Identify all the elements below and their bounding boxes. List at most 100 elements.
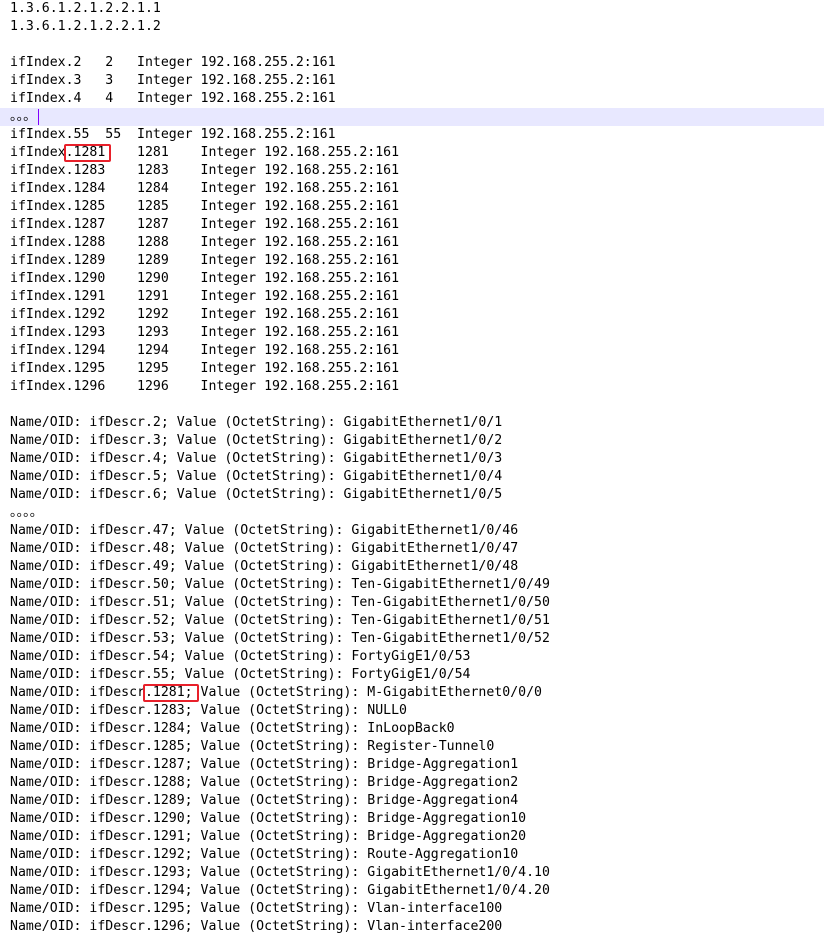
text-line[interactable]: Name/OID: ifDescr.1295; Value (OctetStri…: [0, 900, 824, 918]
text-line[interactable]: ifIndex.1291 1291 Integer 192.168.255.2:…: [0, 288, 824, 306]
text-editor-area[interactable]: 1.3.6.1.2.1.2.2.1.1 1.3.6.1.2.1.2.2.1.2 if…: [0, 0, 824, 950]
text-line[interactable]: Name/OID: ifDescr.52; Value (OctetString…: [0, 612, 824, 630]
line-text: Name/OID: ifDescr.5; Value (OctetString)…: [10, 469, 503, 484]
text-line[interactable]: ifIndex.1289 1289 Integer 192.168.255.2:…: [0, 252, 824, 270]
text-line[interactable]: ifIndex.1284 1284 Integer 192.168.255.2:…: [0, 180, 824, 198]
line-text: Name/OID: ifDescr.3; Value (OctetString)…: [10, 433, 503, 448]
text-line[interactable]: [0, 36, 824, 54]
line-text: Name/OID: ifDescr.1290; Value (OctetStri…: [10, 811, 527, 826]
text-line[interactable]: Name/OID: ifDescr.49; Value (OctetString…: [0, 558, 824, 576]
text-line[interactable]: Name/OID: ifDescr.1283; Value (OctetStri…: [0, 702, 824, 720]
text-line[interactable]: Name/OID: ifDescr.1290; Value (OctetStri…: [0, 810, 824, 828]
text-line[interactable]: Name/OID: ifDescr.1289; Value (OctetStri…: [0, 792, 824, 810]
line-text: Name/OID: ifDescr.52; Value (OctetString…: [10, 613, 550, 628]
line-text: Name/OID: ifDescr.1294; Value (OctetStri…: [10, 883, 550, 898]
line-text: Name/OID: ifDescr.1295; Value (OctetStri…: [10, 901, 503, 916]
line-text: ifIndex.3 3 Integer 192.168.255.2:161: [10, 73, 336, 88]
text-line[interactable]: Name/OID: ifDescr.1291; Value (OctetStri…: [0, 828, 824, 846]
line-text: Name/OID: ifDescr.4; Value (OctetString)…: [10, 451, 503, 466]
line-text: ifIndex.1296 1296 Integer 192.168.255.2:…: [10, 379, 400, 394]
line-text: Name/OID: ifDescr.51; Value (OctetString…: [10, 595, 550, 610]
line-text: Name/OID: ifDescr.6; Value (OctetString)…: [10, 487, 503, 502]
line-text: ifIndex.1295 1295 Integer 192.168.255.2:…: [10, 361, 400, 376]
line-text: ifIndex.1290 1290 Integer 192.168.255.2:…: [10, 271, 400, 286]
line-text: ifIndex.1285 1285 Integer 192.168.255.2:…: [10, 199, 400, 214]
text-line[interactable]: Name/OID: ifDescr.1281; Value (OctetStri…: [0, 684, 824, 702]
line-text: Name/OID: ifDescr.1296; Value (OctetStri…: [10, 919, 503, 934]
text-line[interactable]: Name/OID: ifDescr.1293; Value (OctetStri…: [0, 864, 824, 882]
text-line[interactable]: Name/OID: ifDescr.1296; Value (OctetStri…: [0, 918, 824, 936]
text-line[interactable]: Name/OID: ifDescr.55; Value (OctetString…: [0, 666, 824, 684]
text-line[interactable]: Name/OID: ifDescr.48; Value (OctetString…: [0, 540, 824, 558]
text-line[interactable]: ifIndex.1290 1290 Integer 192.168.255.2:…: [0, 270, 824, 288]
line-text: Name/OID: ifDescr.1281; Value (OctetStri…: [10, 685, 542, 700]
current-line[interactable]: 。。。: [0, 108, 824, 126]
text-line[interactable]: Name/OID: ifDescr.3; Value (OctetString)…: [0, 432, 824, 450]
line-text: Name/OID: ifDescr.1284; Value (OctetStri…: [10, 721, 455, 736]
line-text: ifIndex.1293 1293 Integer 192.168.255.2:…: [10, 325, 400, 340]
text-line[interactable]: ifIndex.1295 1295 Integer 192.168.255.2:…: [0, 360, 824, 378]
text-line[interactable]: Name/OID: ifDescr.50; Value (OctetString…: [0, 576, 824, 594]
line-text: Name/OID: ifDescr.50; Value (OctetString…: [10, 577, 550, 592]
line-text: ifIndex.1294 1294 Integer 192.168.255.2:…: [10, 343, 400, 358]
text-line[interactable]: ifIndex.1283 1283 Integer 192.168.255.2:…: [0, 162, 824, 180]
text-line[interactable]: ifIndex.1294 1294 Integer 192.168.255.2:…: [0, 342, 824, 360]
text-line[interactable]: ifIndex.1287 1287 Integer 192.168.255.2:…: [0, 216, 824, 234]
line-text: Name/OID: ifDescr.53; Value (OctetString…: [10, 631, 550, 646]
text-line[interactable]: ifIndex.1293 1293 Integer 192.168.255.2:…: [0, 324, 824, 342]
text-line[interactable]: Name/OID: ifDescr.1288; Value (OctetStri…: [0, 774, 824, 792]
line-text: Name/OID: ifDescr.47; Value (OctetString…: [10, 523, 519, 538]
text-line[interactable]: 。。。。: [0, 504, 824, 522]
line-text: ifIndex.1292 1292 Integer 192.168.255.2:…: [10, 307, 400, 322]
text-line[interactable]: Name/OID: ifDescr.6; Value (OctetString)…: [0, 486, 824, 504]
text-line[interactable]: Name/OID: ifDescr.53; Value (OctetString…: [0, 630, 824, 648]
text-line[interactable]: Name/OID: ifDescr.1287; Value (OctetStri…: [0, 756, 824, 774]
line-text: Name/OID: ifDescr.1291; Value (OctetStri…: [10, 829, 527, 844]
text-line[interactable]: Name/OID: ifDescr.47; Value (OctetString…: [0, 522, 824, 540]
line-text: ifIndex.55 55 Integer 192.168.255.2:161: [10, 127, 336, 142]
line-text: ifIndex.1291 1291 Integer 192.168.255.2:…: [10, 289, 400, 304]
line-text: Name/OID: ifDescr.48; Value (OctetString…: [10, 541, 519, 556]
text-line[interactable]: Name/OID: ifDescr.1292; Value (OctetStri…: [0, 846, 824, 864]
text-line[interactable]: Name/OID: ifDescr.51; Value (OctetString…: [0, 594, 824, 612]
line-text: 。。。。: [10, 505, 43, 520]
text-line[interactable]: ifIndex.4 4 Integer 192.168.255.2:161: [0, 90, 824, 108]
text-line[interactable]: 1.3.6.1.2.1.2.2.1.1: [0, 0, 824, 18]
text-line[interactable]: [0, 396, 824, 414]
line-text: Name/OID: ifDescr.1288; Value (OctetStri…: [10, 775, 519, 790]
line-text: 。。。: [10, 109, 37, 124]
text-line[interactable]: Name/OID: ifDescr.4; Value (OctetString)…: [0, 450, 824, 468]
text-line[interactable]: Name/OID: ifDescr.2; Value (OctetString)…: [0, 414, 824, 432]
line-text: Name/OID: ifDescr.2; Value (OctetString)…: [10, 415, 503, 430]
text-line[interactable]: ifIndex.1292 1292 Integer 192.168.255.2:…: [0, 306, 824, 324]
text-line[interactable]: 1.3.6.1.2.1.2.2.1.2: [0, 18, 824, 36]
text-line[interactable]: Name/OID: ifDescr.1284; Value (OctetStri…: [0, 720, 824, 738]
line-text: Name/OID: ifDescr.1283; Value (OctetStri…: [10, 703, 407, 718]
line-text: 1.3.6.1.2.1.2.2.1.1: [10, 1, 161, 16]
text-line[interactable]: Name/OID: ifDescr.1294; Value (OctetStri…: [0, 882, 824, 900]
text-line[interactable]: ifIndex.1288 1288 Integer 192.168.255.2:…: [0, 234, 824, 252]
line-text: Name/OID: ifDescr.49; Value (OctetString…: [10, 559, 519, 574]
line-text: Name/OID: ifDescr.1293; Value (OctetStri…: [10, 865, 550, 880]
line-text: ifIndex.1288 1288 Integer 192.168.255.2:…: [10, 235, 400, 250]
text-line[interactable]: ifIndex.1296 1296 Integer 192.168.255.2:…: [0, 378, 824, 396]
line-text: ifIndex.4 4 Integer 192.168.255.2:161: [10, 91, 336, 106]
line-text: Name/OID: ifDescr.54; Value (OctetString…: [10, 649, 471, 664]
line-text: Name/OID: ifDescr.1287; Value (OctetStri…: [10, 757, 519, 772]
line-text: Name/OID: ifDescr.1285; Value (OctetStri…: [10, 739, 495, 754]
line-text: ifIndex.2 2 Integer 192.168.255.2:161: [10, 55, 336, 70]
text-line[interactable]: ifIndex.1285 1285 Integer 192.168.255.2:…: [0, 198, 824, 216]
highlight-annotation-box: [63, 144, 112, 162]
highlight-annotation-box: [142, 684, 199, 702]
line-text: Name/OID: ifDescr.1289; Value (OctetStri…: [10, 793, 519, 808]
text-line[interactable]: ifIndex.2 2 Integer 192.168.255.2:161: [0, 54, 824, 72]
line-text: ifIndex.1283 1283 Integer 192.168.255.2:…: [10, 163, 400, 178]
text-line[interactable]: Name/OID: ifDescr.5; Value (OctetString)…: [0, 468, 824, 486]
text-line[interactable]: ifIndex.1281 1281 Integer 192.168.255.2:…: [0, 144, 824, 162]
text-line[interactable]: ifIndex.3 3 Integer 192.168.255.2:161: [0, 72, 824, 90]
text-line[interactable]: Name/OID: ifDescr.1285; Value (OctetStri…: [0, 738, 824, 756]
text-line[interactable]: Name/OID: ifDescr.54; Value (OctetString…: [0, 648, 824, 666]
text-line[interactable]: ifIndex.55 55 Integer 192.168.255.2:161: [0, 126, 824, 144]
line-text: ifIndex.1284 1284 Integer 192.168.255.2:…: [10, 181, 400, 196]
line-text: Name/OID: ifDescr.1292; Value (OctetStri…: [10, 847, 519, 862]
